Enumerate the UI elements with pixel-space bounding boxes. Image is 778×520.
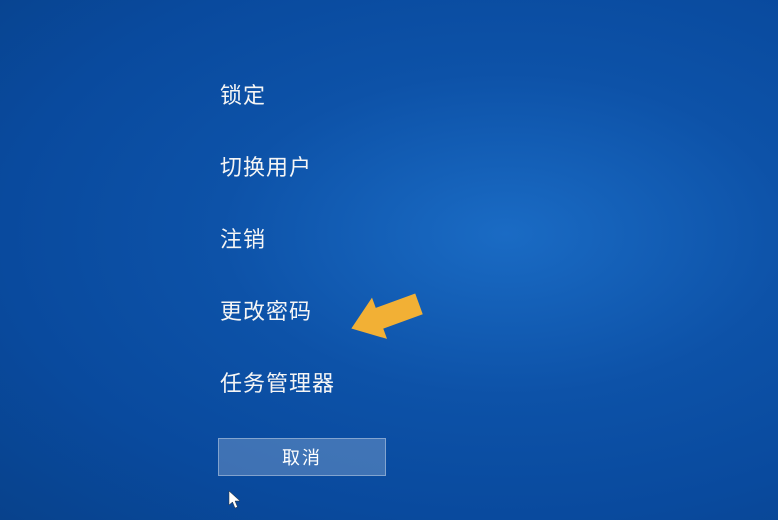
menu-item-label: 任务管理器 [220,371,335,396]
annotation-arrow-icon [342,276,436,359]
security-options-menu: 锁定 切换用户 注销 更改密码 任务管理器 [220,78,335,438]
menu-item-change-password[interactable]: 更改密码 [220,294,335,326]
menu-item-sign-out[interactable]: 注销 [220,222,335,254]
menu-item-label: 更改密码 [220,299,312,324]
menu-item-label: 锁定 [220,83,266,108]
menu-item-task-manager[interactable]: 任务管理器 [220,366,335,398]
menu-item-switch-user[interactable]: 切换用户 [220,150,335,182]
menu-item-label: 切换用户 [220,155,312,180]
cancel-button-label: 取消 [282,444,322,470]
menu-item-lock[interactable]: 锁定 [220,78,335,110]
cancel-button[interactable]: 取消 [218,438,386,476]
menu-item-label: 注销 [220,227,266,252]
mouse-cursor-icon [228,490,244,510]
